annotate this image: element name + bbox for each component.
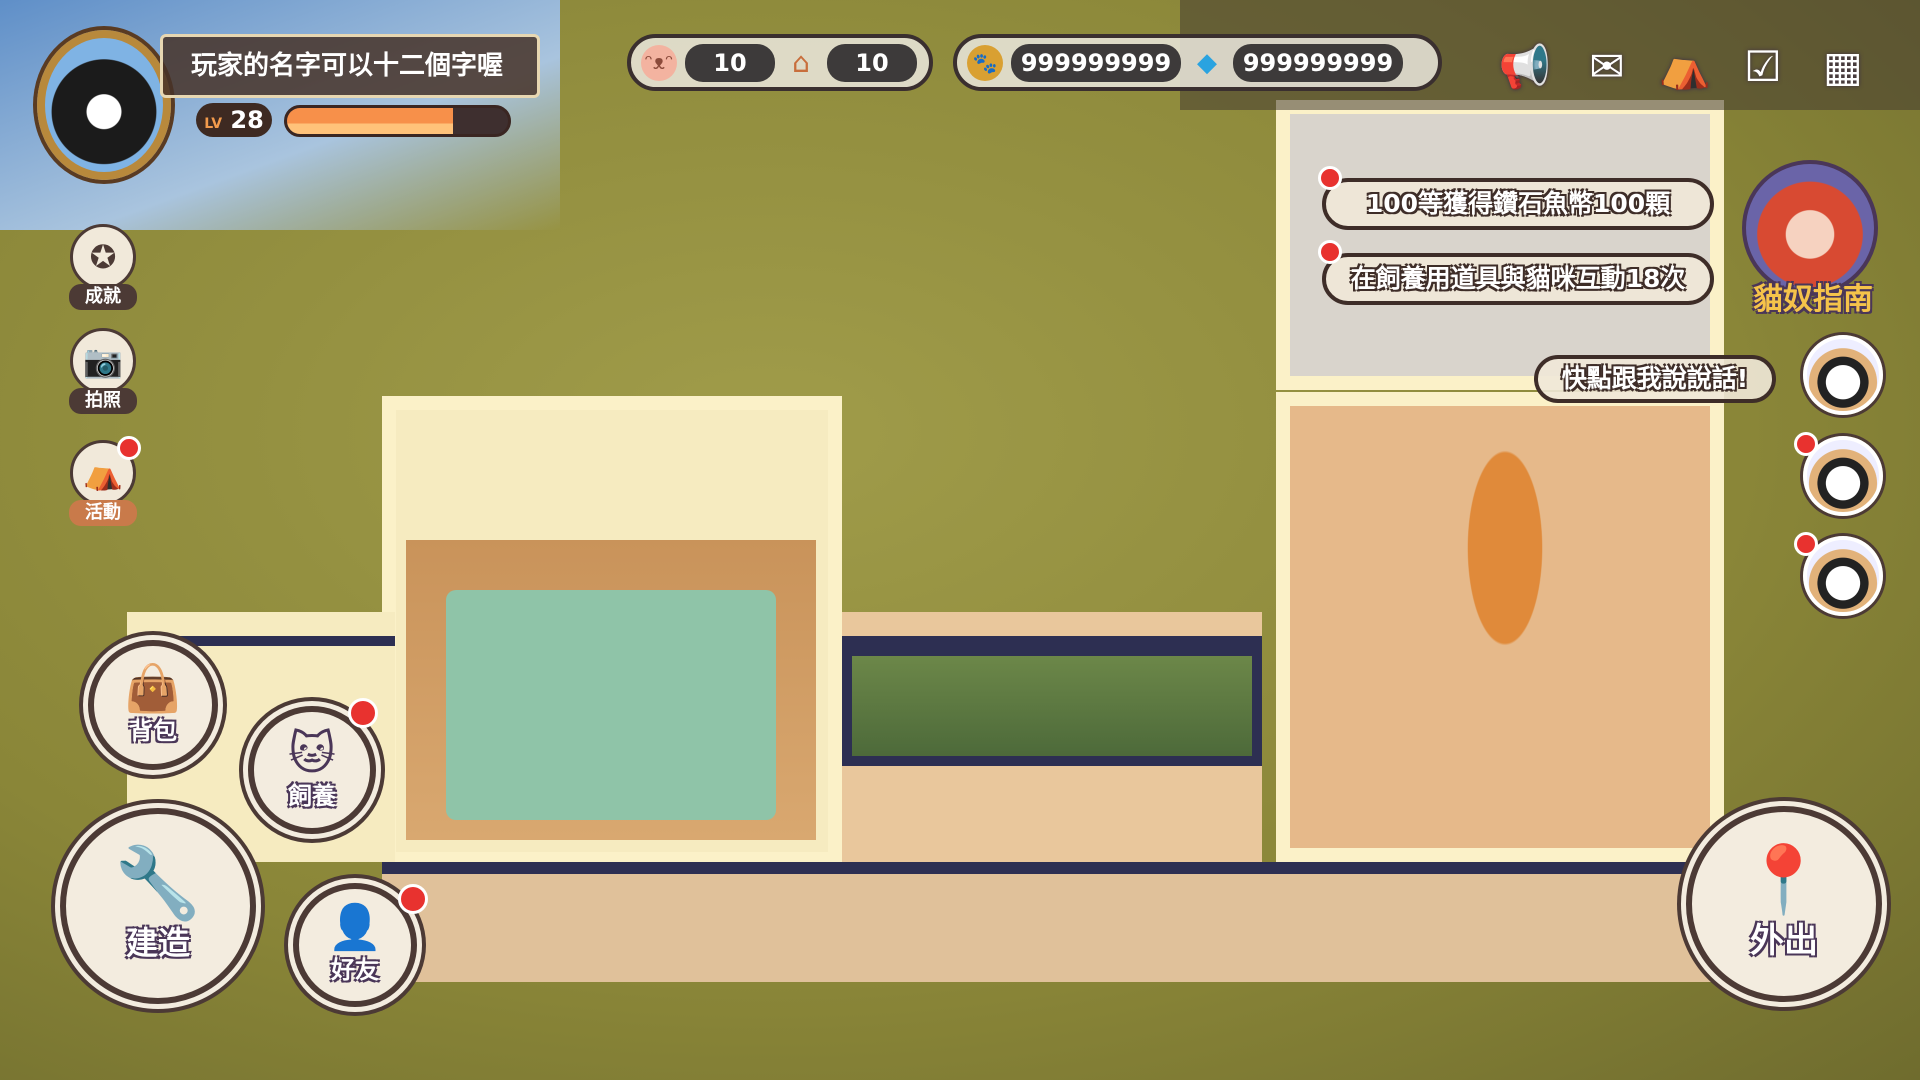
bag-icon: 👜 bbox=[124, 660, 182, 715]
go-out-button[interactable]: 📍 外出 bbox=[1686, 806, 1882, 1002]
quest-item[interactable]: 100等獲得鑽石魚幣100顆 bbox=[1322, 178, 1714, 230]
achievement-label: 成就 bbox=[69, 284, 137, 310]
room-bottom bbox=[382, 862, 1724, 982]
paw-coin-icon: 🐾 bbox=[967, 44, 1003, 81]
bag-label: 背包 bbox=[129, 716, 177, 745]
photo-button[interactable]: 📷 拍照 bbox=[67, 328, 139, 414]
wrench-hammer-icon: 🔧 bbox=[114, 842, 202, 924]
notification-badge bbox=[1318, 240, 1342, 264]
go-out-label: 外出 bbox=[1750, 920, 1818, 961]
map-pin-icon: 📍 bbox=[1742, 840, 1826, 918]
house-count: 10 bbox=[827, 43, 917, 82]
room-bedroom[interactable] bbox=[1276, 100, 1724, 390]
level-value: 28 bbox=[230, 106, 264, 134]
player-avatar[interactable] bbox=[37, 30, 171, 180]
clipboard-check-icon[interactable]: ☑ bbox=[1734, 38, 1792, 96]
quest-item[interactable]: 在飼養用道具與貓咪互動18次 bbox=[1322, 253, 1714, 305]
award-icon: ✪ bbox=[70, 224, 136, 290]
cat-house-icon: ⌂ bbox=[792, 46, 810, 79]
player-name: 玩家的名字可以十二個字喔 bbox=[160, 34, 540, 98]
cat-head-icon: 🐱 bbox=[288, 725, 336, 780]
diamond-fish-icon: ◆ bbox=[1197, 47, 1217, 78]
level-badge: LV 28 bbox=[196, 103, 272, 137]
exp-bar bbox=[284, 105, 511, 137]
store-icon[interactable]: ⛺ bbox=[1656, 38, 1714, 96]
envelope-icon[interactable]: ✉ bbox=[1578, 38, 1636, 96]
megaphone-icon[interactable]: 📢 bbox=[1496, 38, 1554, 96]
cat-avatar[interactable] bbox=[1803, 335, 1883, 415]
notification-badge bbox=[1318, 166, 1342, 190]
counter-pill: ᵔᴥᵔ 10 ⌂ 10 bbox=[627, 34, 933, 91]
notification-badge bbox=[117, 436, 141, 460]
event-label: 活動 bbox=[69, 500, 137, 526]
build-label: 建造 bbox=[125, 924, 190, 962]
cat-speech-bubble[interactable]: 快點跟我說說話! bbox=[1534, 355, 1776, 403]
friends-label: 好友 bbox=[331, 955, 379, 984]
rug bbox=[446, 590, 776, 820]
person-icon: 👤 bbox=[327, 901, 383, 953]
notification-badge bbox=[398, 884, 428, 914]
room-dining[interactable] bbox=[1276, 392, 1724, 862]
feed-label: 飼養 bbox=[288, 781, 336, 810]
cat-count: 10 bbox=[685, 43, 775, 82]
photo-label: 拍照 bbox=[69, 388, 137, 414]
camera-icon: 📷 bbox=[70, 328, 136, 394]
room-middle[interactable] bbox=[842, 612, 1262, 862]
exp-bar-fill bbox=[287, 108, 453, 134]
achievement-button[interactable]: ✪ 成就 bbox=[67, 224, 139, 310]
cat-face-icon: ᵔᴥᵔ bbox=[641, 44, 677, 81]
window bbox=[842, 636, 1262, 766]
coral-tree[interactable] bbox=[1440, 436, 1570, 716]
coin-amount: 999999999 bbox=[1011, 43, 1181, 82]
level-prefix: LV bbox=[204, 116, 223, 132]
notification-badge bbox=[1794, 532, 1818, 556]
guide-label[interactable]: 貓奴指南 bbox=[1745, 274, 1881, 318]
event-button[interactable]: ⛺ 活動 bbox=[67, 436, 141, 526]
diamond-amount: 999999999 bbox=[1233, 43, 1403, 82]
room-cat-play[interactable] bbox=[382, 396, 842, 866]
build-button[interactable]: 🔧 建造 bbox=[60, 808, 256, 1004]
grid-icon[interactable]: ▦ bbox=[1814, 38, 1872, 96]
notification-badge bbox=[348, 698, 378, 728]
bag-button[interactable]: 👜 背包 bbox=[88, 640, 218, 770]
notification-badge bbox=[1794, 432, 1818, 456]
currency-pill: 🐾 999999999 ◆ 999999999 bbox=[953, 34, 1442, 91]
